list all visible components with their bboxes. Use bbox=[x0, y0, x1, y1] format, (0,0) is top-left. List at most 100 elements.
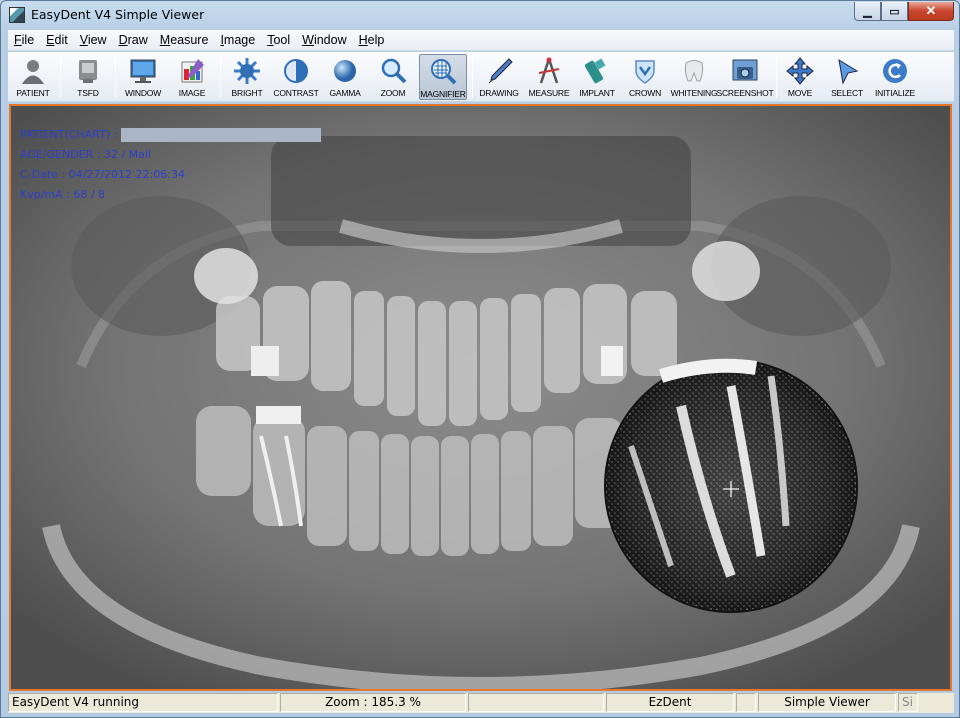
menu-window[interactable]: Window bbox=[296, 30, 352, 51]
window-title: EasyDent V4 Simple Viewer bbox=[31, 7, 205, 22]
patient-button[interactable]: PATIENT bbox=[11, 54, 55, 100]
menu-measure[interactable]: Measure bbox=[154, 30, 215, 51]
menu-file[interactable]: File bbox=[8, 30, 40, 51]
measure-label: MEASURE bbox=[528, 88, 570, 98]
menu-view[interactable]: View bbox=[74, 30, 113, 51]
window-label: WINDOW bbox=[124, 88, 162, 98]
pointer-icon bbox=[832, 56, 862, 86]
toolbar: PATIENT TSFD WINDOW IMAGE BRIGHT CONTRAS… bbox=[8, 52, 954, 102]
menu-bar: File Edit View Draw Measure Image Tool W… bbox=[8, 30, 954, 51]
crown-button[interactable]: CROWN bbox=[623, 54, 667, 100]
zoom-label: ZOOM bbox=[380, 88, 406, 98]
image-label: IMAGE bbox=[178, 88, 206, 98]
minimize-icon: ▁ bbox=[863, 5, 872, 18]
image-icon bbox=[177, 56, 207, 86]
toolbar-separator bbox=[60, 56, 61, 98]
maximize-button[interactable]: ▭ bbox=[881, 2, 908, 21]
select-label: SELECT bbox=[831, 88, 863, 98]
toolbar-separator bbox=[472, 56, 473, 98]
initialize-button[interactable]: INITIALIZE bbox=[872, 54, 918, 100]
menu-file-key: F bbox=[14, 32, 22, 47]
minimize-button[interactable]: ▁ bbox=[854, 2, 881, 21]
drawing-button[interactable]: DRAWING bbox=[476, 54, 522, 100]
select-button[interactable]: SELECT bbox=[826, 54, 868, 100]
patient-chart-row: PATIENT(CHART) : bbox=[20, 125, 322, 145]
toolbar-separator bbox=[220, 56, 221, 98]
crown-label: CROWN bbox=[628, 88, 662, 98]
gamma-button[interactable]: GAMMA bbox=[324, 54, 366, 100]
patient-label: PATIENT bbox=[16, 88, 50, 98]
window-button[interactable]: WINDOW bbox=[120, 54, 166, 100]
app-icon[interactable] bbox=[9, 7, 25, 23]
toolbar-separator bbox=[115, 56, 116, 98]
menu-file-label: ile bbox=[21, 32, 35, 47]
measure-button[interactable]: MEASURE bbox=[525, 54, 573, 100]
whitening-label: WHITENING bbox=[670, 88, 718, 98]
menu-window-label: indow bbox=[313, 32, 347, 47]
tsfd-icon bbox=[73, 56, 103, 86]
tooth-icon bbox=[679, 56, 709, 86]
gamma-label: GAMMA bbox=[329, 88, 361, 98]
menu-edit-label: dit bbox=[54, 32, 68, 47]
move-label: MOVE bbox=[787, 88, 813, 98]
whitening-button[interactable]: WHITENING bbox=[670, 54, 718, 100]
sun-icon bbox=[232, 56, 262, 86]
status-empty-pane bbox=[468, 693, 604, 712]
magnifier-label: MAGNIFIER bbox=[420, 89, 466, 99]
menu-image-label: mage bbox=[223, 32, 256, 47]
kvp-ma-text: Kvp/mA : 68 / 8 bbox=[20, 188, 106, 201]
image-button[interactable]: IMAGE bbox=[170, 54, 214, 100]
patient-chart-label: PATIENT(CHART) : bbox=[20, 128, 118, 141]
bright-button[interactable]: BRIGHT bbox=[226, 54, 268, 100]
title-bar[interactable]: EasyDent V4 Simple Viewer ▁ ▭ ✕ bbox=[1, 1, 959, 29]
compass-icon bbox=[534, 56, 564, 86]
bright-label: BRIGHT bbox=[231, 88, 263, 98]
initialize-label: INITIALIZE bbox=[874, 88, 916, 98]
contrast-icon bbox=[281, 56, 311, 86]
status-text: EasyDent V4 running bbox=[8, 693, 278, 712]
app-status: EzDent bbox=[606, 693, 734, 712]
menu-image[interactable]: Image bbox=[214, 30, 261, 51]
patient-icon bbox=[18, 56, 48, 86]
status-empty-pane-2 bbox=[736, 693, 756, 712]
menu-measure-key: M bbox=[159, 32, 171, 47]
zoom-icon bbox=[378, 56, 408, 86]
extra-status: Si bbox=[898, 693, 918, 712]
contrast-label: CONTRAST bbox=[273, 88, 319, 98]
menu-tool[interactable]: Tool bbox=[261, 30, 296, 51]
menu-tool-label: ool bbox=[273, 32, 291, 47]
move-icon bbox=[785, 56, 815, 86]
tsfd-button[interactable]: TSFD bbox=[66, 54, 110, 100]
implant-button[interactable]: IMPLANT bbox=[575, 54, 619, 100]
screenshot-button[interactable]: SCREENSHOT bbox=[716, 54, 774, 100]
menu-view-label: iew bbox=[87, 32, 107, 47]
menu-edit-key: E bbox=[46, 32, 55, 47]
menu-measure-label: easure bbox=[170, 32, 209, 47]
image-viewer[interactable]: PATIENT(CHART) : AGE/GENDER : 32 / Mail … bbox=[9, 104, 952, 691]
magnifier-button[interactable]: MAGNIFIER bbox=[419, 54, 467, 100]
maximize-icon: ▭ bbox=[889, 5, 900, 18]
menu-help-key: H bbox=[358, 32, 368, 47]
mode-status: Simple Viewer bbox=[758, 693, 896, 712]
drawing-label: DRAWING bbox=[479, 88, 519, 98]
menu-help[interactable]: Help bbox=[353, 30, 391, 51]
monitor-icon bbox=[128, 56, 158, 86]
app-window: EasyDent V4 Simple Viewer ▁ ▭ ✕ File Edi… bbox=[0, 0, 960, 718]
menu-draw[interactable]: Draw bbox=[113, 30, 154, 51]
tsfd-label: TSFD bbox=[77, 88, 99, 98]
zoom-button[interactable]: ZOOM bbox=[372, 54, 414, 100]
magnifier-icon bbox=[428, 57, 458, 87]
status-bar: EasyDent V4 running Zoom : 185.3 % EzDen… bbox=[8, 693, 954, 713]
gamma-icon bbox=[330, 56, 360, 86]
menu-draw-key: D bbox=[118, 32, 128, 47]
move-button[interactable]: MOVE bbox=[781, 54, 819, 100]
crown-icon bbox=[630, 56, 660, 86]
menu-edit[interactable]: Edit bbox=[40, 30, 74, 51]
close-button[interactable]: ✕ bbox=[908, 2, 954, 21]
menu-window-key: W bbox=[302, 32, 314, 47]
contrast-button[interactable]: CONTRAST bbox=[273, 54, 319, 100]
zoom-status: Zoom : 185.3 % bbox=[280, 693, 466, 712]
caption-buttons: ▁ ▭ ✕ bbox=[854, 2, 954, 21]
reset-icon bbox=[880, 56, 910, 86]
menu-help-label: elp bbox=[367, 32, 385, 47]
